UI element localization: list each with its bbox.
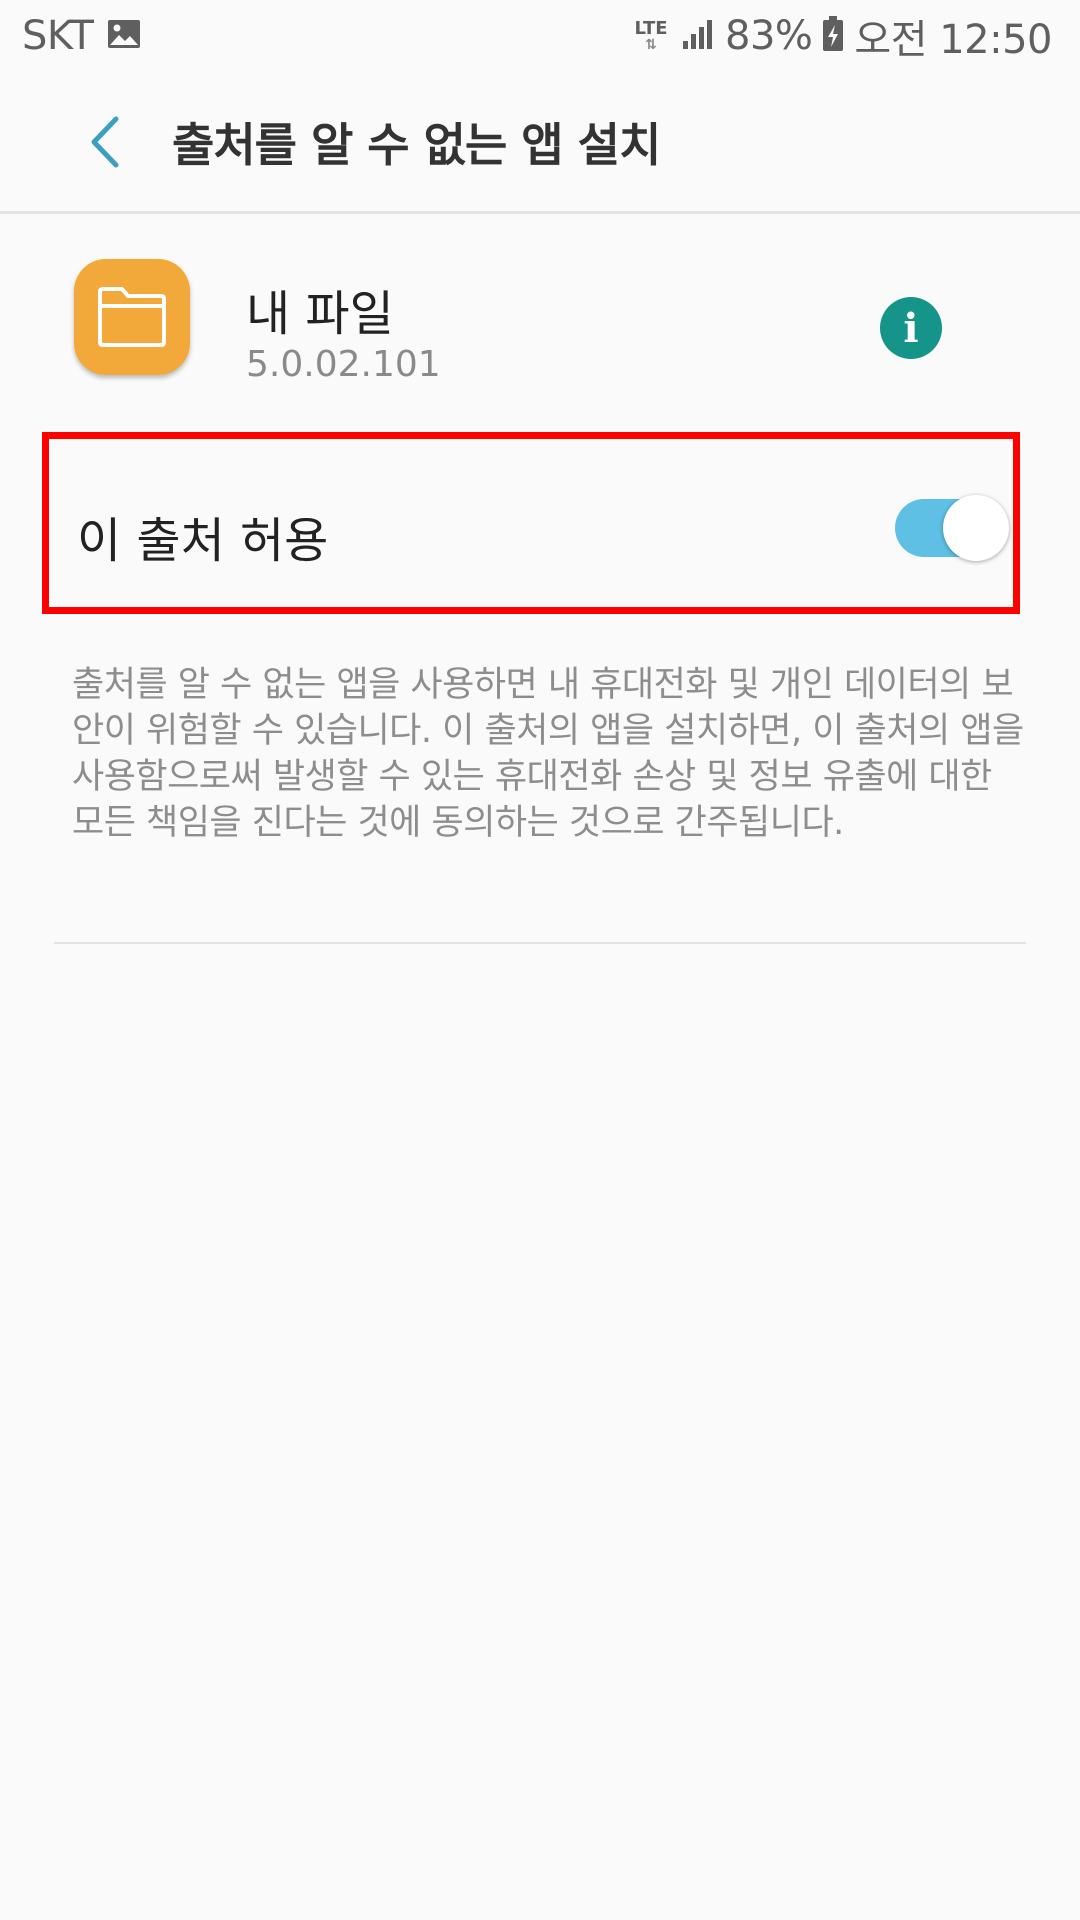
- app-name: 내 파일: [246, 286, 394, 342]
- clock: 오전 12:50: [854, 17, 1052, 63]
- status-bar-left: SKT: [22, 13, 141, 59]
- lte-icon: LTE ⇅: [634, 18, 668, 53]
- app-info-button[interactable]: i: [880, 297, 942, 359]
- page-title: 출처를 알 수 없는 앱 설치: [172, 117, 661, 172]
- status-bar-right: LTE ⇅ 83% 오전 12:50: [621, 7, 1052, 65]
- my-files-app-icon: [74, 259, 190, 375]
- battery-percent: 83%: [725, 13, 813, 59]
- back-arrow-icon: [91, 116, 119, 167]
- allow-source-row[interactable]: 이 출처 허용: [42, 432, 1020, 614]
- status-bar: SKT LTE ⇅ 83% 오전 12:50: [0, 0, 1080, 72]
- carrier-label: SKT: [22, 13, 94, 59]
- app-bar: 출처를 알 수 없는 앱 설치: [0, 72, 1080, 214]
- image-notification-icon: [107, 19, 141, 53]
- allow-source-label: 이 출처 허용: [77, 513, 329, 569]
- app-info-row: 내 파일 5.0.02.101 i: [0, 214, 1080, 424]
- divider: [54, 942, 1026, 944]
- battery-charging-icon: [822, 16, 844, 56]
- allow-source-toggle[interactable]: [895, 495, 1009, 561]
- back-button[interactable]: [44, 82, 164, 202]
- network-type-label: LTE: [634, 18, 668, 39]
- folder-icon: [98, 287, 166, 347]
- warning-description: 출처를 알 수 없는 앱을 사용하면 내 휴대전화 및 개인 데이터의 보안이 …: [72, 665, 1024, 843]
- app-version: 5.0.02.101: [246, 344, 441, 385]
- info-icon: i: [903, 304, 919, 352]
- signal-icon: [681, 17, 715, 55]
- toggle-thumb: [943, 495, 1009, 561]
